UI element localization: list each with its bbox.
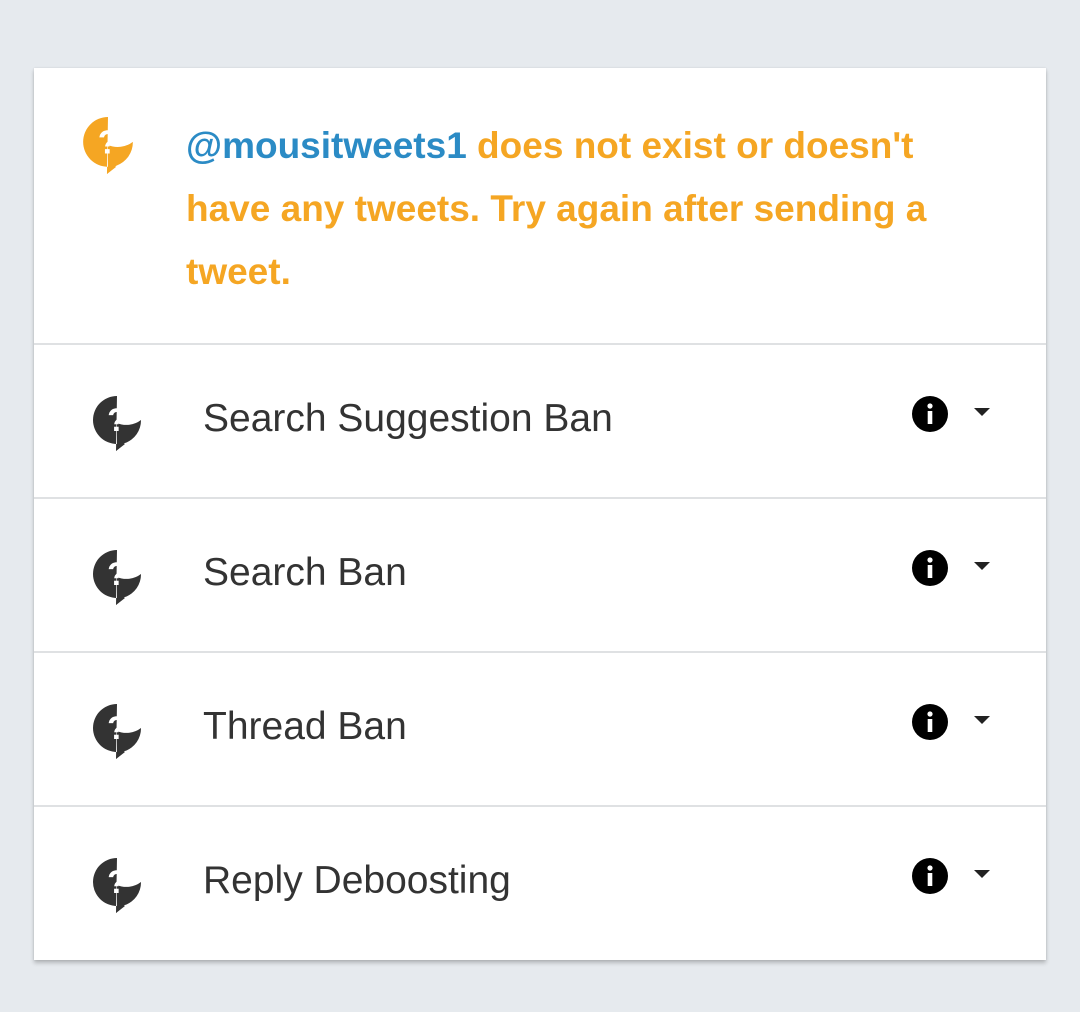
check-row-reply-deboosting[interactable]: ? Reply Deboosting [34, 807, 1046, 959]
check-label: Reply Deboosting [203, 859, 511, 902]
results-card: ? @mousitweets1 does not exist or doesn'… [34, 68, 1046, 960]
check-row-search-suggestion-ban[interactable]: ? Search Suggestion Ban [34, 345, 1046, 499]
check-row-search-ban[interactable]: ? Search Ban [34, 499, 1046, 653]
caret-down-icon[interactable] [970, 713, 994, 727]
status-header: ? @mousitweets1 does not exist or doesn'… [34, 68, 1046, 345]
svg-text:?: ? [107, 864, 127, 900]
check-label: Search Ban [203, 551, 407, 594]
question-bubble-icon: ? [93, 550, 142, 605]
svg-text:?: ? [107, 710, 127, 746]
check-row-thread-ban[interactable]: ? Thread Ban [34, 653, 1046, 807]
svg-text:?: ? [107, 402, 127, 438]
check-label: Search Suggestion Ban [203, 397, 613, 440]
caret-down-icon[interactable] [970, 405, 994, 419]
svg-text:?: ? [98, 124, 118, 161]
check-label: Thread Ban [203, 705, 407, 748]
svg-text:?: ? [107, 556, 127, 592]
question-bubble-icon: ? [93, 396, 142, 451]
caret-down-icon[interactable] [970, 559, 994, 573]
info-icon[interactable] [911, 857, 949, 895]
info-icon[interactable] [911, 703, 949, 741]
info-icon[interactable] [911, 549, 949, 587]
caret-down-icon[interactable] [970, 867, 994, 881]
status-message: @mousitweets1 does not exist or doesn't … [186, 114, 996, 303]
info-icon[interactable] [911, 395, 949, 433]
account-handle: @mousitweets1 [186, 125, 467, 166]
question-bubble-icon: ? [93, 704, 142, 759]
question-bubble-icon: ? [83, 117, 133, 174]
question-bubble-icon: ? [93, 858, 142, 913]
